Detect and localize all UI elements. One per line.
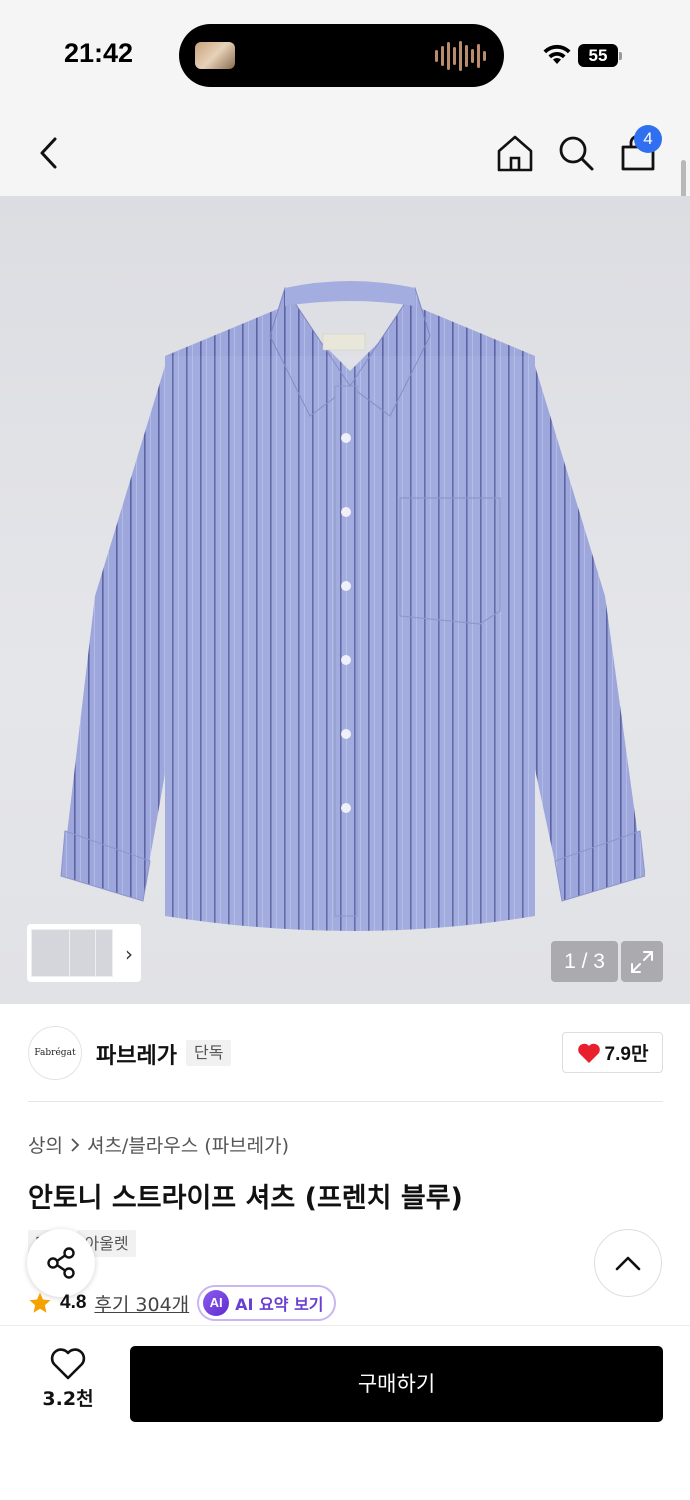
thumbnail-2[interactable] xyxy=(69,929,97,977)
rating-value: 4.8 xyxy=(60,1292,87,1313)
reviews-link[interactable]: 후기 304개 xyxy=(94,1290,189,1317)
home-icon xyxy=(497,135,533,172)
top-nav xyxy=(0,110,690,196)
breadcrumb: 상의 셔츠/블라우스 (파브레가) xyxy=(28,1131,289,1158)
chevron-left-icon xyxy=(40,137,57,169)
thumbnail-3[interactable] xyxy=(95,929,113,977)
battery-indicator: 55 xyxy=(578,44,622,67)
home-button[interactable] xyxy=(492,130,538,176)
status-time: 21:42 xyxy=(64,38,134,68)
buy-button[interactable]: 구매하기 xyxy=(130,1346,663,1422)
search-icon xyxy=(559,136,594,171)
back-button[interactable] xyxy=(26,130,72,176)
star-icon xyxy=(29,1292,51,1313)
divider xyxy=(28,1101,663,1102)
brand-logo[interactable]: Fabrégat xyxy=(28,1026,82,1080)
expand-button[interactable] xyxy=(621,941,663,982)
product-title: 안토니 스트라이프 셔츠 (프렌치 블루) xyxy=(28,1183,463,1214)
brand-name[interactable]: 파브레가 xyxy=(96,1038,177,1070)
heart-filled-icon xyxy=(577,1043,600,1063)
search-button[interactable] xyxy=(553,130,599,176)
chevron-up-icon xyxy=(615,1256,641,1271)
scroll-to-top-button[interactable] xyxy=(594,1229,662,1297)
audio-wave-icon xyxy=(435,39,486,72)
wishlist-button[interactable]: 3.2천 xyxy=(28,1348,108,1424)
battery-level: 55 xyxy=(578,44,618,67)
bottom-action-bar: 3.2천 구매하기 xyxy=(0,1325,690,1500)
heart-outline-icon xyxy=(50,1348,86,1380)
brand-like-button[interactable]: 7.9만 xyxy=(562,1032,663,1073)
expand-icon xyxy=(631,950,653,973)
rating-row: 4.8 후기 304개 AI AI 요약 보기 xyxy=(28,1284,336,1322)
thumbnail-strip[interactable]: › xyxy=(27,924,141,982)
dynamic-island xyxy=(179,24,504,87)
brand-like-count: 7.9만 xyxy=(604,1044,649,1065)
wifi-icon xyxy=(543,44,571,64)
status-bar: 21:42 55 xyxy=(0,0,690,110)
share-icon xyxy=(47,1247,75,1279)
chevron-right-icon[interactable]: › xyxy=(125,942,133,966)
image-pager: 1 / 3 xyxy=(551,941,618,982)
ai-summary-label: AI 요약 보기 xyxy=(235,1295,324,1314)
ai-icon: AI xyxy=(203,1290,230,1316)
product-image-gallery[interactable]: › 1 / 3 xyxy=(0,196,690,1004)
chevron-right-icon xyxy=(71,1137,80,1152)
cart-count-badge: 4 xyxy=(634,125,662,153)
ai-summary-button[interactable]: AI AI 요약 보기 xyxy=(197,1285,336,1321)
now-playing-artwork xyxy=(195,42,235,69)
wishlist-count: 3.2천 xyxy=(42,1388,94,1410)
breadcrumb-subcategory[interactable]: 셔츠/블라우스 (파브레가) xyxy=(87,1131,289,1158)
brand-exclusive-badge: 단독 xyxy=(186,1040,232,1066)
product-image-shirt xyxy=(60,281,645,931)
breadcrumb-category[interactable]: 상의 xyxy=(28,1131,63,1158)
